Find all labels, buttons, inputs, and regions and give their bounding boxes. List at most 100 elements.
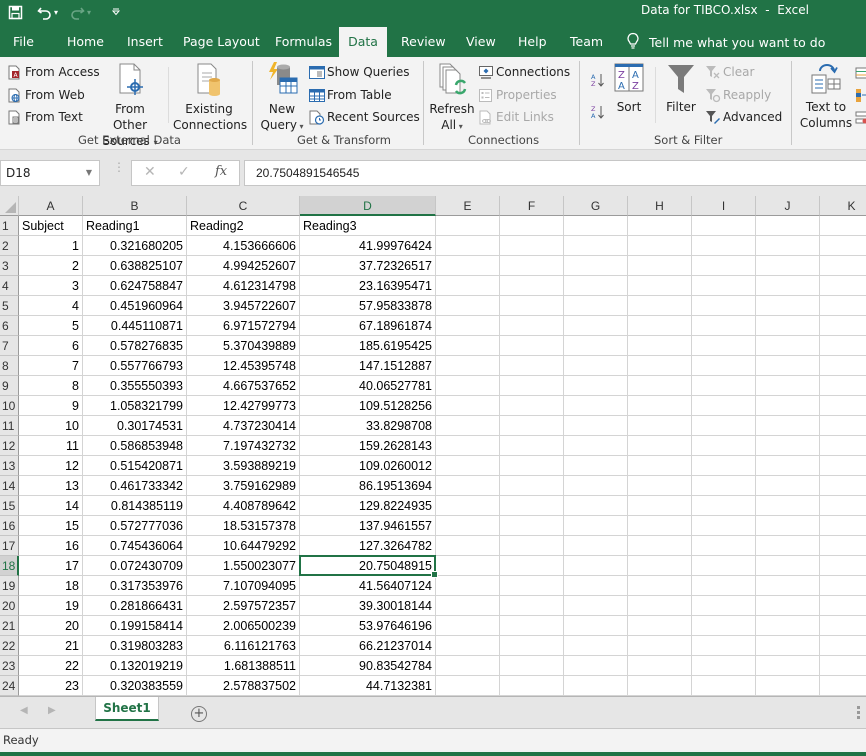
row-header[interactable]: 2	[0, 236, 19, 256]
text-to-columns-button[interactable]: Text to Columns	[799, 63, 853, 131]
cell-e20[interactable]	[436, 596, 500, 616]
cell-a24[interactable]: 23	[19, 676, 83, 696]
show-queries-button[interactable]: Show Queries	[309, 62, 410, 82]
cell-g15[interactable]	[564, 496, 628, 516]
cell-e23[interactable]	[436, 656, 500, 676]
cell-g22[interactable]	[564, 636, 628, 656]
cell-h3[interactable]	[628, 256, 692, 276]
cell-b14[interactable]: 0.461733342	[83, 476, 187, 496]
cell-h7[interactable]	[628, 336, 692, 356]
row-header[interactable]: 1	[0, 216, 19, 236]
cell-g1[interactable]	[564, 216, 628, 236]
cell-c12[interactable]: 7.197432732	[187, 436, 300, 456]
cell-b24[interactable]: 0.320383559	[83, 676, 187, 696]
cell-f11[interactable]	[500, 416, 564, 436]
cell-b12[interactable]: 0.586853948	[83, 436, 187, 456]
cell-g4[interactable]	[564, 276, 628, 296]
cell-i6[interactable]	[692, 316, 756, 336]
cell-h13[interactable]	[628, 456, 692, 476]
cell-e18[interactable]	[436, 556, 500, 576]
cell-c11[interactable]: 4.737230414	[187, 416, 300, 436]
connections-button[interactable]: Connections	[478, 62, 570, 82]
cell-k16[interactable]	[820, 516, 866, 536]
tab-view[interactable]: View	[466, 27, 496, 57]
cell-j7[interactable]	[756, 336, 820, 356]
cell-e15[interactable]	[436, 496, 500, 516]
cell-b22[interactable]: 0.319803283	[83, 636, 187, 656]
cell-f14[interactable]	[500, 476, 564, 496]
row-header[interactable]: 15	[0, 496, 19, 516]
cell-k2[interactable]	[820, 236, 866, 256]
cell-a11[interactable]: 10	[19, 416, 83, 436]
cell-a10[interactable]: 9	[19, 396, 83, 416]
cell-i21[interactable]	[692, 616, 756, 636]
cell-c19[interactable]: 7.107094095	[187, 576, 300, 596]
cell-h1[interactable]	[628, 216, 692, 236]
recent-sources-button[interactable]: Recent Sources	[309, 107, 420, 127]
cell-h4[interactable]	[628, 276, 692, 296]
cell-k17[interactable]	[820, 536, 866, 556]
refresh-all-button[interactable]: Refresh All ▾	[428, 63, 476, 135]
cell-h6[interactable]	[628, 316, 692, 336]
tab-split-handle[interactable]	[857, 706, 860, 721]
cell-b16[interactable]: 0.572777036	[83, 516, 187, 536]
cell-j21[interactable]	[756, 616, 820, 636]
cell-j19[interactable]	[756, 576, 820, 596]
cell-d10[interactable]: 109.5128256	[300, 396, 436, 416]
cell-d20[interactable]: 39.30018144	[300, 596, 436, 616]
cell-g7[interactable]	[564, 336, 628, 356]
cell-h11[interactable]	[628, 416, 692, 436]
row-header[interactable]: 21	[0, 616, 19, 636]
cell-f16[interactable]	[500, 516, 564, 536]
flash-fill-button[interactable]	[855, 63, 866, 83]
cell-b13[interactable]: 0.515420871	[83, 456, 187, 476]
cell-b21[interactable]: 0.199158414	[83, 616, 187, 636]
column-header-g[interactable]: G	[564, 196, 628, 216]
tab-formulas[interactable]: Formulas	[275, 27, 332, 57]
enter-icon[interactable]: ✓	[178, 164, 190, 180]
row-header[interactable]: 12	[0, 436, 19, 456]
cell-h17[interactable]	[628, 536, 692, 556]
cell-f18[interactable]	[500, 556, 564, 576]
existing-connections-button[interactable]: Existing Connections	[173, 63, 247, 133]
cell-a3[interactable]: 2	[19, 256, 83, 276]
cell-c8[interactable]: 12.45395748	[187, 356, 300, 376]
cell-b17[interactable]: 0.745436064	[83, 536, 187, 556]
cell-c10[interactable]: 12.42799773	[187, 396, 300, 416]
remove-duplicates-button[interactable]	[855, 85, 866, 105]
from-text-button[interactable]: From Text	[7, 107, 83, 127]
cell-f2[interactable]	[500, 236, 564, 256]
cell-g8[interactable]	[564, 356, 628, 376]
cell-k22[interactable]	[820, 636, 866, 656]
cell-d6[interactable]: 67.18961874	[300, 316, 436, 336]
cell-f10[interactable]	[500, 396, 564, 416]
cell-i22[interactable]	[692, 636, 756, 656]
row-header[interactable]: 5	[0, 296, 19, 316]
cell-g13[interactable]	[564, 456, 628, 476]
tab-home[interactable]: Home	[67, 27, 104, 57]
cell-f7[interactable]	[500, 336, 564, 356]
cell-f15[interactable]	[500, 496, 564, 516]
cell-g2[interactable]	[564, 236, 628, 256]
cell-a1[interactable]: Subject	[19, 216, 83, 236]
cell-c17[interactable]: 10.64479292	[187, 536, 300, 556]
cell-d15[interactable]: 129.8224935	[300, 496, 436, 516]
cell-d23[interactable]: 90.83542784	[300, 656, 436, 676]
column-header-c[interactable]: C	[187, 196, 300, 216]
cell-g17[interactable]	[564, 536, 628, 556]
filter-button[interactable]: Filter	[662, 63, 700, 115]
cell-k4[interactable]	[820, 276, 866, 296]
cell-i20[interactable]	[692, 596, 756, 616]
cell-k6[interactable]	[820, 316, 866, 336]
cell-d18[interactable]: 20.75048915	[300, 556, 436, 576]
cell-h5[interactable]	[628, 296, 692, 316]
cell-k11[interactable]	[820, 416, 866, 436]
sort-button[interactable]: ZAAZ Sort	[612, 63, 646, 115]
cell-g11[interactable]	[564, 416, 628, 436]
cell-a23[interactable]: 22	[19, 656, 83, 676]
cell-h16[interactable]	[628, 516, 692, 536]
scroll-sheets-left-icon[interactable]: ◀	[20, 705, 28, 716]
cell-i8[interactable]	[692, 356, 756, 376]
row-header[interactable]: 22	[0, 636, 19, 656]
row-header[interactable]: 10	[0, 396, 19, 416]
